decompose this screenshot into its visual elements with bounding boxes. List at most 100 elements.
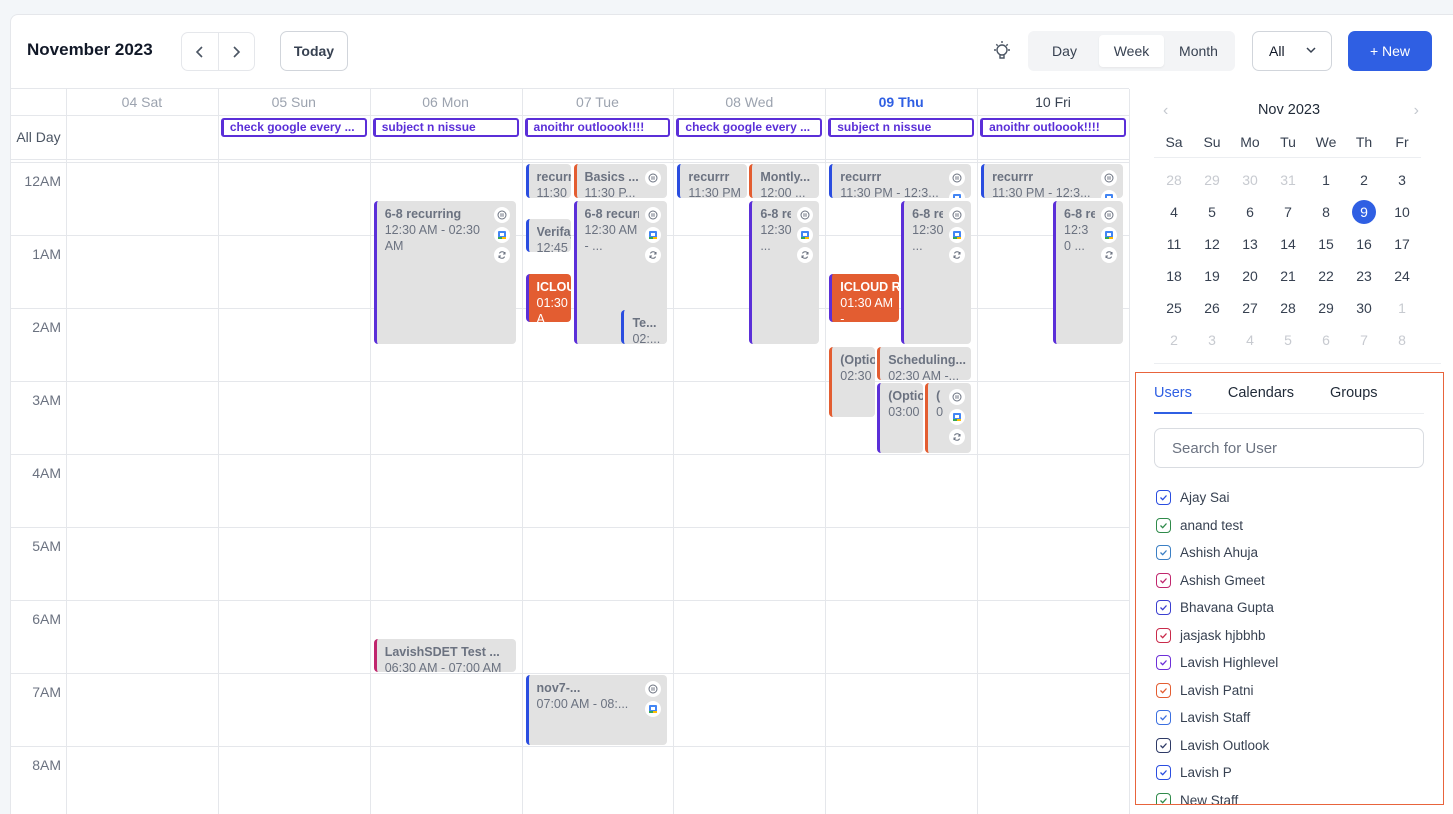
mini-day[interactable]: 3 <box>1383 164 1421 196</box>
user-list-item[interactable]: Lavish Staff <box>1156 704 1278 732</box>
mini-day[interactable]: 4 <box>1155 196 1193 228</box>
user-list-item[interactable]: Ashish Gmeet <box>1156 567 1278 595</box>
user-list-item[interactable]: Ashish Ahuja <box>1156 539 1278 567</box>
mini-day[interactable]: 18 <box>1155 260 1193 292</box>
calendar-event[interactable]: LavishSDET Test ... 06:30 AM - 07:00 AM <box>373 638 516 672</box>
all-day-event[interactable]: subject n nissue <box>828 118 975 137</box>
all-day-event[interactable]: check google every ... <box>220 118 367 137</box>
calendar-event[interactable]: Basics ... 11:30 P... <box>573 164 668 198</box>
calendar-event[interactable]: (0 <box>925 383 972 453</box>
mini-day[interactable]: 25 <box>1155 292 1193 324</box>
mini-day[interactable]: 8 <box>1383 324 1421 356</box>
user-checkbox[interactable] <box>1156 792 1171 804</box>
user-list-item[interactable]: Bhavana Gupta <box>1156 594 1278 622</box>
calendar-event[interactable]: Te... 02:... <box>621 310 668 344</box>
all-day-event[interactable]: anoithr outloook!!!! <box>980 118 1126 137</box>
user-checkbox[interactable] <box>1156 572 1171 588</box>
calendar-event[interactable]: ICLOUD01:30 A <box>525 273 572 322</box>
mini-day[interactable]: 13 <box>1231 228 1269 260</box>
next-week-button[interactable] <box>219 33 255 70</box>
calendar-event[interactable]: 6-8 rec...12:3 0 ... <box>1053 200 1123 344</box>
user-list-item[interactable]: Lavish Outlook <box>1156 732 1278 760</box>
mini-day[interactable]: 14 <box>1269 228 1307 260</box>
mini-day[interactable]: 15 <box>1307 228 1345 260</box>
selected-day[interactable]: 9 <box>1345 196 1383 228</box>
day-header[interactable]: 05 Sun <box>218 89 370 115</box>
mini-day[interactable]: 19 <box>1193 260 1231 292</box>
mini-day[interactable]: 22 <box>1307 260 1345 292</box>
calendar-event[interactable]: nov7-... 07:00 AM - 08:... <box>525 675 668 745</box>
user-checkbox[interactable] <box>1156 517 1171 533</box>
view-tab-day[interactable]: Day <box>1032 35 1097 67</box>
mini-day[interactable]: 21 <box>1269 260 1307 292</box>
user-checkbox[interactable] <box>1156 737 1171 753</box>
mini-day[interactable]: 28 <box>1269 292 1307 324</box>
user-checkbox[interactable] <box>1156 655 1171 671</box>
mini-day[interactable]: 1 <box>1307 164 1345 196</box>
calendar-event[interactable]: recurrr 11:30 PM - 12:3... <box>829 164 972 198</box>
prev-week-button[interactable] <box>182 33 219 70</box>
mini-day[interactable]: 23 <box>1345 260 1383 292</box>
user-checkbox[interactable] <box>1156 627 1171 643</box>
user-checkbox[interactable] <box>1156 490 1171 506</box>
day-header[interactable]: 09 Thu <box>825 89 977 115</box>
day-header[interactable]: 07 Tue <box>522 89 674 115</box>
view-tab-month[interactable]: Month <box>1166 35 1231 67</box>
day-header[interactable]: 10 Fri <box>977 89 1129 115</box>
calendar-event[interactable]: Verifaj12:45 A <box>525 218 572 253</box>
all-day-event[interactable]: check google every ... <box>676 118 823 137</box>
mini-day[interactable]: 10 <box>1383 196 1421 228</box>
mini-day[interactable]: 11 <box>1155 228 1193 260</box>
mini-day[interactable]: 3 <box>1193 324 1231 356</box>
calendar-event[interactable]: 6-8 recurring 12:30 AM - 02:30 AM <box>373 200 516 344</box>
mini-day[interactable]: 30 <box>1345 292 1383 324</box>
calendar-event[interactable]: ICLOUD Re01:30 AM - <box>829 273 900 322</box>
all-day-event[interactable]: anoithr outloook!!!! <box>524 118 671 137</box>
mini-day[interactable]: 8 <box>1307 196 1345 228</box>
mini-day[interactable]: 6 <box>1307 324 1345 356</box>
mini-day[interactable]: 30 <box>1231 164 1269 196</box>
user-checkbox[interactable] <box>1156 545 1171 561</box>
view-tab-week[interactable]: Week <box>1099 35 1164 67</box>
mini-day[interactable]: 16 <box>1345 228 1383 260</box>
mini-day[interactable]: 6 <box>1231 196 1269 228</box>
mini-day[interactable]: 29 <box>1193 164 1231 196</box>
user-checkbox[interactable] <box>1156 765 1171 781</box>
user-checkbox[interactable] <box>1156 682 1171 698</box>
user-checkbox[interactable] <box>1156 600 1171 616</box>
user-list-item[interactable]: New Staff <box>1156 787 1278 804</box>
mini-day[interactable]: 5 <box>1193 196 1231 228</box>
day-header[interactable]: 04 Sat <box>66 89 218 115</box>
lightbulb-icon[interactable] <box>990 39 1014 63</box>
mini-day[interactable]: 2 <box>1345 164 1383 196</box>
mini-day[interactable]: 7 <box>1345 324 1383 356</box>
day-header[interactable]: 08 Wed <box>673 89 825 115</box>
mini-day[interactable]: 26 <box>1193 292 1231 324</box>
mini-day[interactable]: 7 <box>1269 196 1307 228</box>
mini-day[interactable]: 1 <box>1383 292 1421 324</box>
mini-day[interactable]: 2 <box>1155 324 1193 356</box>
calendar-event[interactable]: 6-8 rec...12:30 ... <box>901 200 972 344</box>
user-list-item[interactable]: Lavish Patni <box>1156 677 1278 705</box>
mini-day[interactable]: 20 <box>1231 260 1269 292</box>
user-list-item[interactable]: anand test <box>1156 512 1278 540</box>
mini-day[interactable]: 12 <box>1193 228 1231 260</box>
new-event-button[interactable]: + New <box>1348 31 1432 71</box>
calendar-event[interactable]: (Optio 02:30 <box>829 346 876 417</box>
mini-day[interactable]: 4 <box>1231 324 1269 356</box>
user-list-item[interactable]: Ajay Sai <box>1156 484 1278 512</box>
mini-day[interactable]: 29 <box>1307 292 1345 324</box>
calendar-event[interactable]: Montly... 12:00 ... <box>749 164 820 198</box>
today-button[interactable]: Today <box>280 31 348 71</box>
user-checkbox[interactable] <box>1156 710 1171 726</box>
calendar-event[interactable]: Scheduling... 02:30 AM -... <box>877 346 972 380</box>
calendar-event[interactable]: recurrr 11:30 PM - 12:3... <box>981 164 1123 198</box>
mini-day[interactable]: 17 <box>1383 228 1421 260</box>
tab-groups[interactable]: Groups <box>1330 373 1378 414</box>
calendar-event[interactable]: recurrr 11:30 P <box>525 164 572 198</box>
mini-next-button[interactable]: › <box>1414 102 1419 120</box>
user-list-item[interactable]: jasjask hjbbhb <box>1156 622 1278 650</box>
mini-day[interactable]: 31 <box>1269 164 1307 196</box>
mini-day[interactable]: 5 <box>1269 324 1307 356</box>
calendar-event[interactable]: 6-8 rec...12:30 ... <box>749 200 820 344</box>
